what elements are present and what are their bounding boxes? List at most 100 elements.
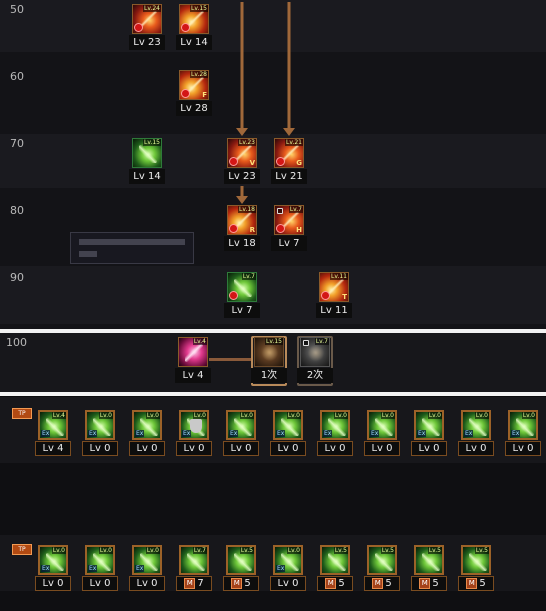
tp-marker-icon: TP [12,408,32,419]
skill-icon: Lv.0 Ex [226,410,256,440]
skill-level: M5 [317,576,353,591]
tp-skill-slot[interactable]: Lv.0 Ex Lv 0 [270,545,306,593]
skill-level: Lv 0 [223,441,259,456]
skill-slot[interactable]: Lv.21 G Lv 21 [271,138,307,186]
skill-slot[interactable]: Lv.24 Lv 23 [129,4,165,52]
tp-skill-slot[interactable]: Lv.0 Ex Lv 0 [129,545,165,593]
tp-skill-slot[interactable]: Lv.5 M 5 [458,545,494,593]
tp-skill-panel: TP TP Lv.4 Ex Lv 4 Lv.0 Ex Lv 0 Lv.0 Ex Lv 0 Lv.0… [0,397,546,611]
skill-level: Lv 14 [176,35,212,50]
skill-level: Lv 0 [129,576,165,591]
skill-level: Lv 0 [458,441,494,456]
skill-icon: Lv.0 Ex [179,410,209,440]
skill-icon: Lv.0 Ex [132,410,162,440]
tp-skill-slot[interactable]: Lv.0 Ex Lv 0 [364,410,400,458]
mastery-icon: M [325,577,337,589]
awakening-skill-1st[interactable]: Lv.15 1次 [251,337,287,385]
tp-skill-slot[interactable]: Lv.0 Ex Lv 0 [35,545,71,593]
skill-slot[interactable]: Lv.11 T Lv 11 [316,272,352,320]
tp-skill-slot[interactable]: Lv.0 Ex Lv 0 [270,410,306,458]
lock-icon [303,340,309,346]
tp-skill-slot[interactable]: Lv.4 Ex Lv 4 [35,410,71,458]
skill-icon: Lv.0 Ex [461,410,491,440]
mastery-icon: M [419,577,431,589]
skill-slot[interactable]: Lv.15 Lv 14 [176,4,212,52]
skill-level: Lv 0 [129,441,165,456]
tp-skill-slot[interactable]: Lv.5 M 5 [223,545,259,593]
ex-icon: Ex [370,430,380,437]
skill-slot[interactable]: Lv.23 V Lv 23 [224,138,260,186]
skill-level: Lv 23 [224,169,260,184]
tp-skill-slot[interactable]: Lv.0 Ex Lv 0 [458,410,494,458]
skill-level: 1次 [251,368,287,383]
tp-row-bg [0,463,546,541]
skill-slot[interactable]: Lv.18 R Lv 18 [224,205,260,253]
skill-level: Lv 0 [270,576,306,591]
skill-level: Lv 7 [271,236,307,251]
tp-skill-slot[interactable]: Lv.5 M 5 [411,545,447,593]
ex-icon: Ex [229,430,239,437]
lock-icon [277,208,283,214]
skill-level: Lv 0 [270,441,306,456]
awakening-skill[interactable]: Lv.4 Lv 4 [175,337,211,385]
tp-skill-slot[interactable]: Lv.0 Ex Lv 0 [82,545,118,593]
mastery-icon: M [184,577,196,589]
tp-skill-slot[interactable]: Lv.0 Ex Lv 0 [223,410,259,458]
skill-level: M5 [411,576,447,591]
tp-skill-slot[interactable]: Lv.0 Ex Lv 0 [317,410,353,458]
tp-skill-slot[interactable]: Lv.5 M 5 [317,545,353,593]
skill-level: Lv 28 [176,101,212,116]
mastery-icon: M [372,577,384,589]
skill-level: Lv 21 [271,169,307,184]
arrow-head [236,196,248,204]
skill-icon: Lv.23 V [227,138,257,168]
skill-level: Lv 0 [317,441,353,456]
awakening-panel: 100 Lv.4 Lv 4 Lv.15 1次 Lv.7 2次 [0,333,546,392]
skill-icon: Lv.24 [132,4,162,34]
skill-level: Lv 0 [82,441,118,456]
skill-level: Lv 0 [35,576,71,591]
tp-skill-slot[interactable]: Lv.0 Ex Lv 0 [129,410,165,458]
skill-icon: Lv.0 Ex [273,545,303,575]
tp-skill-slot[interactable]: Lv.0 Ex Lv 0 [411,410,447,458]
ex-icon: Ex [41,430,51,437]
skill-icon: Lv.0 Ex [414,410,444,440]
skill-icon: Lv.5 [367,545,397,575]
tp-skill-slot[interactable]: Lv.0 Ex Lv 0 [82,410,118,458]
skill-level: Lv 4 [175,368,211,383]
skill-level: Lv 0 [176,441,212,456]
skill-level: Lv 0 [411,441,447,456]
section-divider [0,392,546,396]
skill-level: Lv 14 [129,169,165,184]
ex-icon: Ex [323,430,333,437]
tp-skill-slot[interactable]: Lv.0 Ex Lv 0 [176,410,212,458]
arrow-head [236,128,248,136]
skill-level: M5 [458,576,494,591]
awakening-skill-2nd[interactable]: Lv.7 2次 [297,337,333,385]
arrow-head [283,128,295,136]
skill-icon: Lv.15 [179,4,209,34]
skill-icon: Lv.4 Ex [38,410,68,440]
ex-icon: Ex [464,430,474,437]
skill-icon: Lv.0 Ex [273,410,303,440]
skill-slot[interactable]: Lv.15 Lv 14 [129,138,165,186]
skill-icon: Lv.11 T [319,272,349,302]
skill-level: 2次 [297,368,333,383]
skill-tree-panel: 50 60 70 80 90 Lv.24 Lv 23 Lv.15 Lv 14 L… [0,0,546,330]
skill-level: M5 [223,576,259,591]
skill-icon: Lv.0 Ex [320,410,350,440]
skill-level: M5 [364,576,400,591]
awakening-connector [209,358,253,361]
skill-icon: Lv.5 [320,545,350,575]
tp-skill-slot[interactable]: Lv.5 M 5 [364,545,400,593]
skill-level: Lv 0 [505,441,541,456]
tp-skill-slot[interactable]: Lv.7 M 7 [176,545,212,593]
ex-icon: Ex [276,565,286,572]
skill-slot[interactable]: Lv.28 F Lv 28 [176,70,212,118]
shield-icon [190,419,202,433]
skill-icon: Lv.15 [132,138,162,168]
skill-slot[interactable]: Lv.7 H Lv 7 [271,205,307,253]
tp-skill-slot[interactable]: Lv.0 Ex Lv 0 [505,410,541,458]
skill-slot[interactable]: Lv.7 Lv 7 [224,272,260,320]
tp-marker-icon: TP [12,544,32,555]
